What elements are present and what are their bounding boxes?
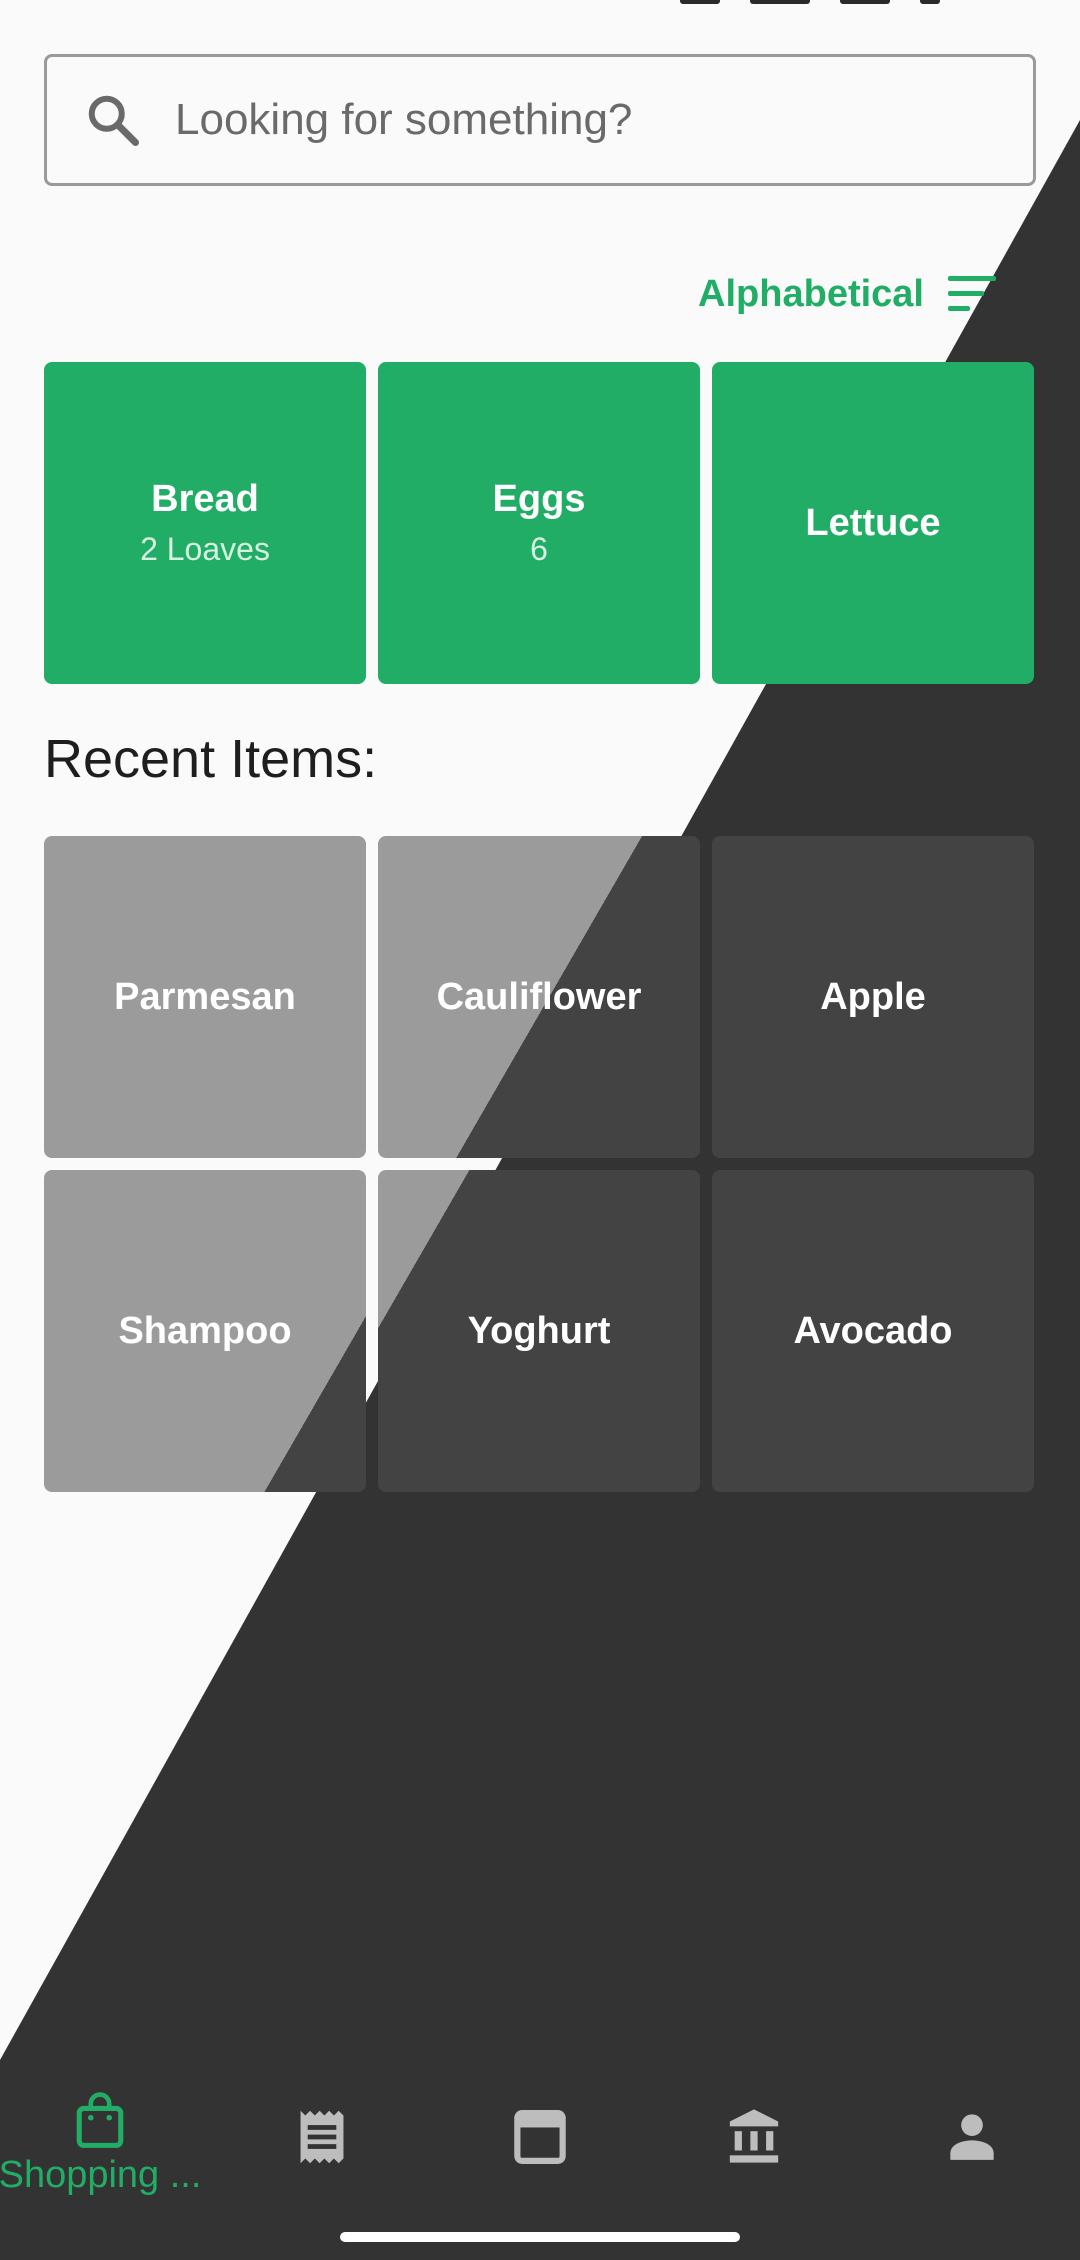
status-bar	[680, 0, 980, 10]
nav-profile[interactable]	[932, 2110, 1012, 2162]
item-name: Lettuce	[805, 501, 941, 544]
shopping-bag-icon	[76, 2092, 124, 2148]
recent-item-tile[interactable]: Avocado	[712, 1170, 1034, 1492]
item-name: Yoghurt	[467, 1309, 611, 1352]
sort-label: Alphabetical	[698, 272, 924, 315]
item-name: Apple	[820, 975, 926, 1018]
item-quantity: 6	[530, 531, 548, 567]
nav-receipts[interactable]	[282, 2106, 362, 2168]
shopping-item-tile[interactable]: Lettuce	[712, 362, 1034, 684]
person-icon	[950, 2114, 994, 2160]
app-screen: Looking for something? Alphabetical Brea…	[0, 0, 1080, 2260]
sort-button[interactable]: Alphabetical	[698, 272, 1000, 316]
home-indicator[interactable]	[340, 2232, 740, 2242]
search-icon	[88, 95, 139, 146]
nav-shopping[interactable]: Shopping ...	[0, 2090, 202, 2197]
item-name: Parmesan	[114, 975, 296, 1018]
search-placeholder: Looking for something?	[175, 95, 633, 144]
item-name: Avocado	[793, 1309, 953, 1352]
nav-calendar[interactable]	[500, 2106, 580, 2168]
recent-item-tile[interactable]: Cauliflower	[378, 836, 700, 1158]
bottom-navigation: Shopping ...	[0, 2060, 1080, 2260]
recent-item-tile[interactable]: Parmesan	[44, 836, 366, 1158]
shopping-item-tile[interactable]: Bread 2 Loaves	[44, 362, 366, 684]
nav-bank[interactable]	[714, 2106, 794, 2166]
recent-item-tile[interactable]: Yoghurt	[378, 1170, 700, 1492]
item-name: Cauliflower	[436, 975, 642, 1018]
item-name: Eggs	[492, 478, 586, 520]
calendar-icon	[514, 2110, 566, 2164]
nav-label: Shopping ...	[0, 2154, 202, 2196]
sort-icon	[948, 276, 996, 311]
item-name: Bread	[151, 478, 259, 520]
search-input[interactable]: Looking for something?	[44, 54, 1036, 186]
shopping-item-tile[interactable]: Eggs 6	[378, 362, 700, 684]
item-quantity: 2 Loaves	[140, 531, 270, 567]
recent-item-tile[interactable]: Shampoo	[44, 1170, 366, 1492]
bank-icon	[729, 2109, 779, 2163]
recent-item-tile[interactable]: Apple	[712, 836, 1034, 1158]
recent-items-heading: Recent Items:	[44, 729, 378, 789]
receipt-icon	[300, 2110, 344, 2164]
item-name: Shampoo	[118, 1309, 292, 1352]
